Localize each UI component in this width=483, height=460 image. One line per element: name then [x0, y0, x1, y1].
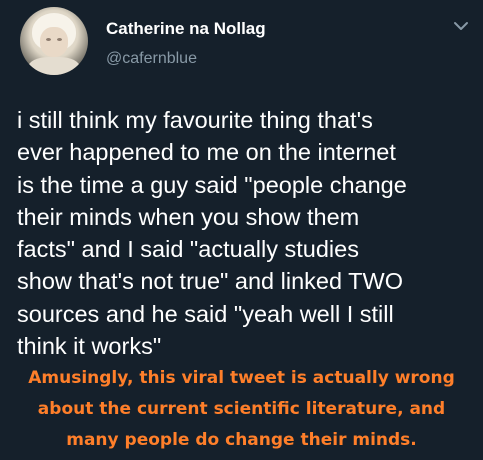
avatar[interactable]	[20, 7, 88, 75]
chevron-down-icon[interactable]	[451, 18, 471, 34]
tweet-line: i still think my favourite thing that's	[17, 107, 373, 133]
avatar-shirt	[28, 57, 80, 75]
tweet-text: i still think my favourite thing that's …	[17, 104, 467, 362]
avatar-eye-left	[46, 38, 51, 41]
tweet-header: Catherine na Nollag @cafernblue	[0, 0, 483, 90]
tweet-line: think it works"	[17, 333, 162, 360]
avatar-eye-right	[57, 38, 62, 41]
overlay-caption: Amusingly, this viral tweet is actually …	[0, 363, 483, 456]
tweet-line: facts" and I said "actually studies	[17, 236, 359, 263]
author-display-name[interactable]: Catherine na Nollag	[106, 19, 266, 39]
tweet-line: show that's not true" and linked TWO	[17, 268, 403, 295]
avatar-face	[40, 27, 68, 57]
caption-line: Amusingly, this viral tweet is actually …	[28, 368, 455, 388]
caption-line: many people do change their minds.	[66, 430, 417, 450]
caption-line: about the current scientific literature,…	[37, 399, 446, 419]
tweet-line: sources and he said "yeah well I still	[17, 300, 394, 327]
tweet-card: Catherine na Nollag @cafernblue i still …	[0, 0, 483, 460]
tweet-line: their minds when you show them	[17, 203, 360, 230]
author-handle[interactable]: @cafernblue	[106, 50, 197, 68]
tweet-line: is the time a guy said "people change	[17, 171, 407, 198]
tweet-line: ever happened to me on the internet	[17, 139, 396, 166]
